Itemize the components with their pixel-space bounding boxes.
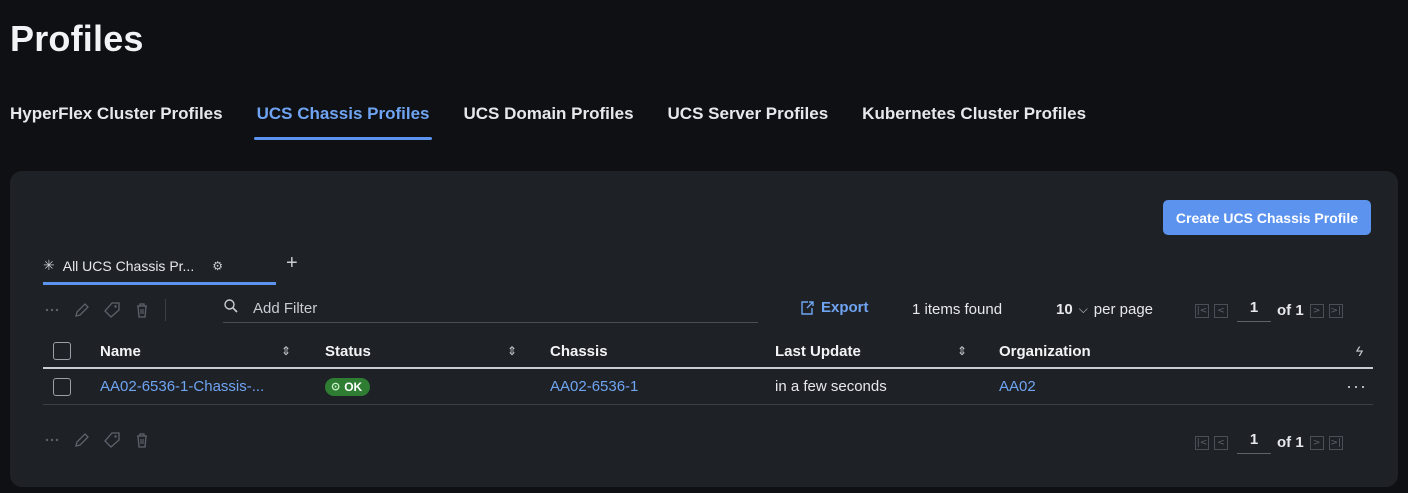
tab-kubernetes-cluster-profiles[interactable]: Kubernetes Cluster Profiles: [862, 104, 1086, 140]
row-actions-icon[interactable]: ···: [1346, 376, 1367, 397]
chevron-down-icon[interactable]: ⌵: [1079, 302, 1088, 317]
tag-icon[interactable]: [103, 301, 121, 319]
prev-page-icon[interactable]: <: [1214, 435, 1228, 450]
plus-icon[interactable]: +: [286, 253, 298, 273]
sort-icon[interactable]: ⇕: [957, 344, 967, 358]
status-label: OK: [344, 379, 363, 394]
column-header-organization[interactable]: Organization: [999, 343, 1091, 360]
next-page-icon[interactable]: >: [1309, 303, 1324, 318]
edit-icon[interactable]: [73, 301, 91, 319]
column-header-last-update[interactable]: Last Update: [775, 343, 861, 360]
view-tab-all[interactable]: ✳ All UCS Chassis Pr... ⚙: [43, 257, 276, 285]
tab-ucs-chassis-profiles[interactable]: UCS Chassis Profiles: [253, 104, 433, 140]
view-tab-label: All UCS Chassis Pr...: [62, 257, 195, 274]
sort-icon[interactable]: ⇕: [281, 344, 291, 358]
page-of-label: of 1: [1277, 302, 1304, 319]
page-title: Profiles: [10, 18, 144, 59]
more-icon[interactable]: [43, 431, 61, 449]
table-footer: |< < 1 of 1 > >|: [43, 427, 1373, 457]
status-badge: ⊙ OK: [325, 377, 371, 396]
per-page-selector: 10 ⌵ per page: [1056, 301, 1153, 318]
delete-icon[interactable]: [133, 301, 151, 319]
per-page-label: per page: [1093, 301, 1154, 318]
select-all-checkbox[interactable]: [53, 342, 71, 360]
column-header-chassis[interactable]: Chassis: [550, 343, 608, 360]
column-header-status[interactable]: Status: [325, 343, 371, 360]
page-of-label: of 1: [1277, 434, 1304, 451]
column-settings-icon[interactable]: ϟ: [1356, 343, 1363, 359]
next-page-icon[interactable]: >: [1309, 435, 1324, 450]
sort-icon[interactable]: ⇕: [507, 344, 517, 358]
tab-ucs-server-profiles[interactable]: UCS Server Profiles: [668, 104, 829, 140]
export-button[interactable]: Export: [799, 299, 869, 316]
last-page-icon[interactable]: >|: [1328, 303, 1343, 318]
export-icon: [801, 300, 814, 315]
export-label: Export: [821, 299, 869, 316]
column-header-name[interactable]: Name: [100, 343, 141, 360]
search-icon: [223, 298, 239, 319]
pagination-bottom: |< < 1 of 1 > >|: [1195, 431, 1348, 454]
table-header-row: Name ⇕ Status ⇕ Chassis Last Update ⇕ Or…: [43, 335, 1373, 369]
first-page-icon[interactable]: |<: [1195, 435, 1209, 450]
chassis-link[interactable]: AA02-6536-1: [550, 378, 638, 395]
page-number-input[interactable]: 1: [1237, 431, 1271, 454]
more-icon[interactable]: [43, 301, 61, 319]
add-filter-input[interactable]: [253, 300, 733, 317]
asterisk-icon: ✳: [43, 257, 55, 273]
toolbar-divider: [165, 299, 166, 321]
delete-icon[interactable]: [133, 431, 151, 449]
tab-ucs-domain-profiles[interactable]: UCS Domain Profiles: [463, 104, 633, 140]
profile-name-link[interactable]: AA02-6536-1-Chassis-...: [100, 378, 264, 395]
per-page-value[interactable]: 10: [1056, 301, 1073, 318]
tag-icon[interactable]: [103, 431, 121, 449]
profile-tabs: HyperFlex Cluster Profiles UCS Chassis P…: [10, 104, 1120, 140]
organization-link[interactable]: AA02: [999, 378, 1036, 395]
profiles-card: Create UCS Chassis Profile ✳ All UCS Cha…: [10, 171, 1398, 487]
prev-page-icon[interactable]: <: [1214, 303, 1228, 318]
table-toolbar: Export 1 items found 10 ⌵ per page |< < …: [43, 295, 1373, 325]
last-page-icon[interactable]: >|: [1328, 435, 1343, 450]
row-checkbox[interactable]: [53, 377, 71, 396]
check-circle-icon: ⊙: [331, 381, 341, 394]
gear-icon[interactable]: ⚙: [212, 259, 223, 273]
last-update-value: in a few seconds: [775, 378, 887, 395]
filter-field[interactable]: [223, 295, 758, 323]
create-ucs-chassis-profile-button[interactable]: Create UCS Chassis Profile: [1162, 200, 1371, 235]
first-page-icon[interactable]: |<: [1195, 303, 1209, 318]
profiles-table: Name ⇕ Status ⇕ Chassis Last Update ⇕ Or…: [43, 335, 1373, 405]
edit-icon[interactable]: [73, 431, 91, 449]
table-row: AA02-6536-1-Chassis-... ⊙ OK AA02-6536-1 …: [43, 369, 1373, 405]
items-found-count: 1 items found: [912, 301, 1003, 318]
tab-hyperflex-cluster-profiles[interactable]: HyperFlex Cluster Profiles: [10, 104, 223, 140]
page-number-input[interactable]: 1: [1237, 299, 1271, 322]
pagination-top: |< < 1 of 1 > >|: [1195, 299, 1348, 322]
